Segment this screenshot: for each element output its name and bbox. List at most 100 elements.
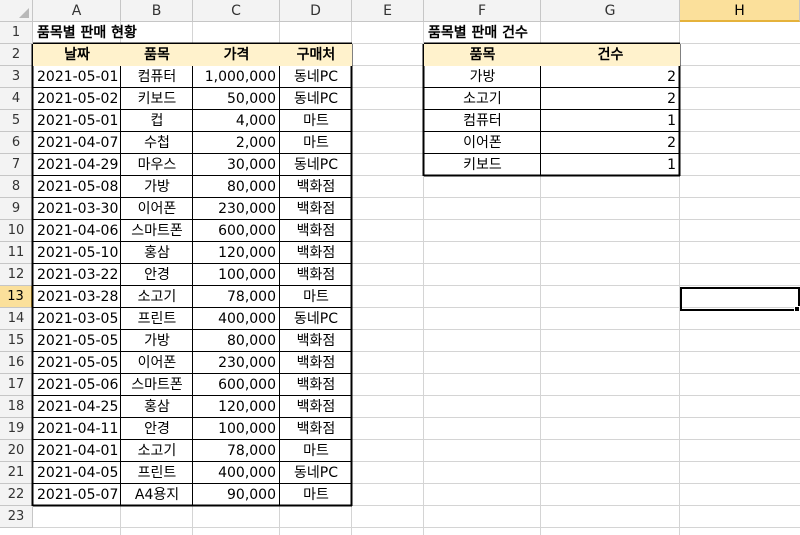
table1-cell[interactable]: 2,000 [193,132,280,154]
row-header-16[interactable]: 16 [0,352,33,374]
table1-cell[interactable]: 30,000 [193,154,280,176]
table1-cell[interactable]: 230,000 [193,352,280,374]
table1-cell[interactable]: 2021-05-02 [33,88,121,110]
table2-cell[interactable]: 이어폰 [424,132,541,154]
table1-cell[interactable]: 2021-03-28 [33,286,121,308]
table1-cell[interactable]: 홍삼 [121,396,193,418]
table1-cell[interactable]: 100,000 [193,264,280,286]
table1-cell[interactable]: 400,000 [193,308,280,330]
column-header-A[interactable]: A [33,0,121,22]
table1-cell[interactable]: 600,000 [193,374,280,396]
table1-cell[interactable]: 마우스 [121,154,193,176]
table2-cell[interactable]: 2 [541,88,680,110]
table1-header-cell[interactable]: 구매처 [280,44,352,66]
table1-cell[interactable]: 마트 [280,286,352,308]
select-all-corner[interactable] [0,0,33,22]
table1-cell[interactable]: 2021-05-05 [33,352,121,374]
table1-cell[interactable]: 프린트 [121,308,193,330]
column-header-C[interactable]: C [193,0,280,22]
table1-cell[interactable]: 2021-05-01 [33,66,121,88]
table1-cell[interactable]: 80,000 [193,330,280,352]
table1-cell[interactable]: 2021-04-07 [33,132,121,154]
row-header-1[interactable]: 1 [0,22,33,44]
table1-cell[interactable]: 2021-04-25 [33,396,121,418]
table1-cell[interactable]: 동네PC [280,154,352,176]
table1-cell[interactable]: 2021-03-22 [33,264,121,286]
table1-cell[interactable]: 2021-04-11 [33,418,121,440]
row-header-9[interactable]: 9 [0,198,33,220]
row-header-2[interactable]: 2 [0,44,33,66]
row-header-3[interactable]: 3 [0,66,33,88]
row-header-14[interactable]: 14 [0,308,33,330]
table1-cell[interactable]: 키보드 [121,88,193,110]
column-header-H[interactable]: H [680,0,800,22]
table1-cell[interactable]: 동네PC [280,66,352,88]
table1-cell[interactable]: 홍삼 [121,242,193,264]
table1-cell[interactable]: 100,000 [193,418,280,440]
column-header-D[interactable]: D [280,0,352,22]
row-header-22[interactable]: 22 [0,484,33,506]
table1-cell[interactable]: 마트 [280,110,352,132]
table1-header-cell[interactable]: 날짜 [33,44,121,66]
table1-cell[interactable]: 2021-05-01 [33,110,121,132]
row-header-11[interactable]: 11 [0,242,33,264]
table1-cell[interactable]: 2021-05-10 [33,242,121,264]
table1-cell[interactable]: 78,000 [193,440,280,462]
table1-header-cell[interactable]: 품목 [121,44,193,66]
table1-cell[interactable]: 78,000 [193,286,280,308]
table1-cell[interactable]: 백화점 [280,396,352,418]
table2-cell[interactable]: 1 [541,154,680,176]
table1-cell[interactable]: 백화점 [280,220,352,242]
table1-cell[interactable]: 소고기 [121,440,193,462]
table2-header-cell[interactable]: 건수 [541,44,680,66]
column-header-B[interactable]: B [121,0,193,22]
table1-cell[interactable]: 50,000 [193,88,280,110]
table1-cell[interactable]: 동네PC [280,462,352,484]
row-header-4[interactable]: 4 [0,88,33,110]
table1-cell[interactable]: 2021-04-06 [33,220,121,242]
table1-title[interactable]: 품목별 판매 현황 [33,22,293,44]
row-header-15[interactable]: 15 [0,330,33,352]
table1-cell[interactable]: 가방 [121,330,193,352]
row-header-19[interactable]: 19 [0,418,33,440]
table1-cell[interactable]: 이어폰 [121,198,193,220]
table2-cell[interactable]: 가방 [424,66,541,88]
table1-cell[interactable]: 2021-03-30 [33,198,121,220]
table2-cell[interactable]: 키보드 [424,154,541,176]
table1-cell[interactable]: 이어폰 [121,352,193,374]
table2-cell[interactable]: 2 [541,66,680,88]
table1-cell[interactable]: 120,000 [193,396,280,418]
table1-cell[interactable]: 120,000 [193,242,280,264]
table1-cell[interactable]: 동네PC [280,308,352,330]
table1-cell[interactable]: 백화점 [280,198,352,220]
active-cell-H13[interactable] [680,287,800,311]
table2-cell[interactable]: 2 [541,132,680,154]
table1-cell[interactable]: 동네PC [280,88,352,110]
table1-cell[interactable]: 600,000 [193,220,280,242]
table1-cell[interactable]: 2021-05-07 [33,484,121,506]
row-header-5[interactable]: 5 [0,110,33,132]
table1-cell[interactable]: 2021-04-05 [33,462,121,484]
table1-cell[interactable]: 2021-04-01 [33,440,121,462]
table1-cell[interactable]: 1,000,000 [193,66,280,88]
row-header-7[interactable]: 7 [0,154,33,176]
table1-cell[interactable]: 가방 [121,176,193,198]
table1-cell[interactable]: 백화점 [280,418,352,440]
table1-cell[interactable]: 400,000 [193,462,280,484]
table1-cell[interactable]: 백화점 [280,242,352,264]
row-header-13[interactable]: 13 [0,286,33,308]
table1-cell[interactable]: 4,000 [193,110,280,132]
table2-cell[interactable]: 컴퓨터 [424,110,541,132]
table1-cell[interactable]: 백화점 [280,374,352,396]
table1-cell[interactable]: 80,000 [193,176,280,198]
row-header-23[interactable]: 23 [0,506,33,528]
table1-cell[interactable]: 스마트폰 [121,220,193,242]
table1-cell[interactable]: 소고기 [121,286,193,308]
row-header-8[interactable]: 8 [0,176,33,198]
row-header-17[interactable]: 17 [0,374,33,396]
table1-cell[interactable]: 안경 [121,264,193,286]
column-header-G[interactable]: G [541,0,680,22]
table1-cell[interactable]: 백화점 [280,176,352,198]
table1-cell[interactable]: 안경 [121,418,193,440]
row-header-18[interactable]: 18 [0,396,33,418]
